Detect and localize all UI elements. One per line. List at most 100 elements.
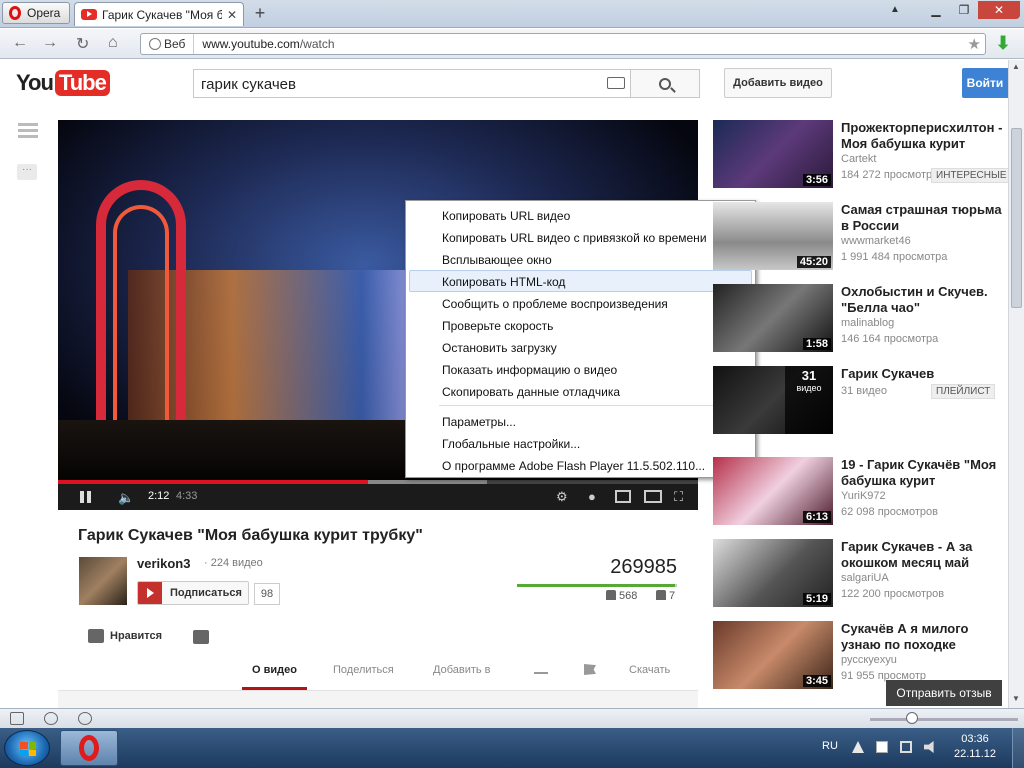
ctx-settings[interactable]: Параметры...: [409, 410, 752, 432]
related-thumbnail[interactable]: 5:19: [713, 539, 833, 607]
watch-later-icon[interactable]: ●: [588, 489, 596, 504]
forward-arrow-icon[interactable]: →: [42, 34, 58, 52]
volume-tray-icon[interactable]: [924, 741, 934, 753]
browser-tab[interactable]: Гарик Сукачев "Моя б... ✕: [74, 2, 244, 26]
network-icon[interactable]: [900, 741, 912, 753]
ctx-about-flash[interactable]: О программе Adobe Flash Player 11.5.502.…: [409, 454, 752, 476]
related-title[interactable]: Прожекторперисхилтон - Моя бабушка курит: [841, 120, 1008, 152]
zoom-slider-handle[interactable]: [906, 712, 918, 724]
action-center-icon[interactable]: [876, 741, 888, 753]
subscribe-button[interactable]: Подписаться: [137, 581, 249, 605]
tab-about[interactable]: О видео: [242, 662, 307, 690]
show-desktop-button[interactable]: [1012, 728, 1024, 768]
tray-arrow-icon[interactable]: [852, 741, 864, 753]
clock-date: 22.11.12: [953, 748, 996, 760]
opera-menu-button[interactable]: Opera: [2, 2, 70, 24]
start-button[interactable]: [4, 730, 50, 766]
maximize-icon[interactable]: ❐: [950, 1, 978, 19]
zoom-slider[interactable]: [870, 718, 1018, 721]
send-feedback-button[interactable]: Отправить отзыв: [886, 680, 1002, 706]
new-tab-button[interactable]: +: [250, 3, 270, 24]
ctx-global-settings[interactable]: Глобальные настройки...: [409, 432, 752, 454]
channel-avatar[interactable]: [79, 557, 127, 605]
guide-menu-icon[interactable]: [18, 123, 38, 139]
system-clock[interactable]: 03:36 22.11.12: [950, 732, 1000, 762]
ctx-copy-url[interactable]: Копировать URL видео: [409, 204, 752, 226]
scroll-down-icon[interactable]: ▼: [1012, 694, 1020, 703]
playlist-thumbnail[interactable]: 31 видео: [713, 366, 833, 434]
related-video[interactable]: 1:58 Охлобыстин и Скучев. "Белла чао" ma…: [713, 284, 1008, 354]
related-thumbnail[interactable]: 45:20: [713, 202, 833, 270]
ctx-copy-embed[interactable]: Копировать HTML-код: [409, 270, 752, 292]
dislike-button[interactable]: [193, 630, 209, 644]
ctx-popout[interactable]: Всплывающее окно: [409, 248, 752, 270]
related-title[interactable]: Охлобыстин и Скучев. "Белла чао": [841, 284, 1008, 316]
related-video[interactable]: 5:19 Гарик Сукачев - А за окошком месяц …: [713, 539, 1008, 609]
scrollbar-thumb[interactable]: [1011, 128, 1022, 308]
signin-button[interactable]: Войти: [962, 68, 1008, 98]
related-video[interactable]: 45:20 Самая страшная тюрьма в России www…: [713, 202, 1008, 272]
youtube-logo[interactable]: You Tube: [16, 70, 110, 96]
search-button[interactable]: [630, 69, 700, 98]
tab-scroll-icon[interactable]: ▲: [890, 4, 900, 15]
duration-badge: 3:45: [802, 675, 831, 687]
related-video[interactable]: 3:56 Прожекторперисхилтон - Моя бабушка …: [713, 120, 1008, 190]
channel-name[interactable]: verikon3: [137, 556, 190, 571]
reload-icon[interactable]: ↻: [76, 34, 89, 54]
related-title[interactable]: 19 - Гарик Сукачёв "Моя бабушка курит: [841, 457, 1008, 489]
panel-toggle-icon[interactable]: [10, 712, 24, 725]
ctx-speed-test[interactable]: Проверьте скорость: [409, 314, 752, 336]
related-title[interactable]: Гарик Сукачев: [841, 366, 1008, 382]
address-field[interactable]: Веб www.youtube.com/watch ★: [140, 33, 986, 55]
tab-download[interactable]: Скачать: [629, 662, 670, 690]
large-player-icon[interactable]: [644, 490, 662, 503]
keyboard-icon[interactable]: [607, 77, 625, 89]
related-title[interactable]: Гарик Сукачев - А за окошком месяц май: [841, 539, 1008, 571]
related-author: Cartekt: [841, 153, 877, 165]
tab-add-to[interactable]: Добавить в: [433, 662, 491, 690]
more-dots-icon[interactable]: ···: [17, 164, 37, 180]
tab-close-icon[interactable]: ✕: [227, 8, 237, 22]
speed-dial-icon[interactable]: [78, 712, 92, 725]
player-controls: 🔈 2:12 4:33 ⚙ ● ⛶: [58, 484, 698, 510]
related-title[interactable]: Сукачёв А я милого узнаю по походке: [841, 621, 1008, 653]
pause-icon[interactable]: [80, 491, 92, 503]
related-thumbnail[interactable]: 1:58: [713, 284, 833, 352]
small-player-icon[interactable]: [615, 490, 631, 503]
home-icon[interactable]: ⌂: [108, 34, 118, 52]
site-info-badge[interactable]: Веб: [141, 34, 195, 54]
fullscreen-icon[interactable]: ⛶: [674, 489, 683, 505]
related-video[interactable]: 6:13 19 - Гарик Сукачёв "Моя бабушка кур…: [713, 457, 1008, 527]
back-arrow-icon[interactable]: ←: [12, 34, 28, 52]
ctx-copy-url-time[interactable]: Копировать URL видео с привязкой ко врем…: [409, 226, 752, 248]
window-close-icon[interactable]: ✕: [978, 1, 1020, 19]
time-total: 4:33: [176, 490, 198, 502]
like-button[interactable]: Нравится: [88, 629, 162, 643]
tab-share[interactable]: Поделиться: [333, 662, 394, 690]
clock-time: 03:36: [961, 733, 989, 745]
stats-icon[interactable]: [534, 664, 548, 674]
search-input[interactable]: гарик сукачев: [193, 69, 630, 98]
related-title[interactable]: Самая страшная тюрьма в России: [841, 202, 1008, 234]
related-thumbnail[interactable]: 3:56: [713, 120, 833, 188]
taskbar-opera-button[interactable]: [60, 730, 118, 766]
page-scrollbar[interactable]: ▲ ▼: [1008, 60, 1024, 708]
volume-icon[interactable]: 🔈: [118, 490, 136, 505]
turbo-icon[interactable]: [44, 712, 58, 725]
related-thumbnail[interactable]: 6:13: [713, 457, 833, 525]
settings-gear-icon[interactable]: ⚙: [556, 489, 568, 505]
related-thumbnail[interactable]: 3:45: [713, 621, 833, 689]
ctx-debug-info[interactable]: Скопировать данные отладчика: [409, 380, 752, 402]
language-indicator[interactable]: RU: [822, 740, 838, 752]
like-ratio-bar: [517, 584, 677, 587]
related-playlist[interactable]: 31 видео Гарик Сукачев 31 видео ПЛЕЙЛИСТ: [713, 366, 1008, 436]
ctx-stop-download[interactable]: Остановить загрузку: [409, 336, 752, 358]
playlist-overlay: 31 видео: [785, 366, 833, 434]
minimize-icon[interactable]: ▁: [922, 1, 950, 19]
bookmark-star-icon[interactable]: ★: [968, 35, 981, 53]
scroll-up-icon[interactable]: ▲: [1012, 62, 1020, 71]
upload-button[interactable]: Добавить видео: [724, 68, 832, 98]
ctx-report-playback[interactable]: Сообщить о проблеме воспроизведения: [409, 292, 752, 314]
download-arrow-icon[interactable]: ⬇: [993, 33, 1013, 53]
ctx-video-info[interactable]: Показать информацию о видео: [409, 358, 752, 380]
